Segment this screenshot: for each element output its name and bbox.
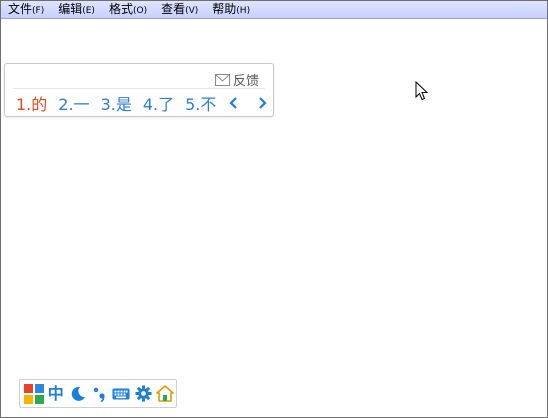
menu-format-label: 格式: [108, 2, 133, 16]
home-icon: [156, 385, 174, 402]
popup-divider: [13, 88, 265, 89]
menu-edit-key: (E): [82, 6, 95, 16]
candidate-4[interactable]: 4.了: [143, 91, 174, 115]
candidate-1[interactable]: 1.的: [16, 91, 47, 115]
ime-mode-button[interactable]: 中: [45, 383, 67, 405]
keyboard-icon: [112, 388, 130, 399]
punctuation-toggle[interactable]: [89, 383, 111, 405]
gear-icon: [135, 385, 152, 402]
menu-help-label: 帮助: [212, 2, 237, 16]
menu-edit[interactable]: 编辑(E): [51, 1, 102, 18]
menu-edit-label: 编辑: [58, 2, 83, 16]
menu-format-key: (O): [132, 6, 148, 16]
ime-status-toolbar: 中: [19, 379, 177, 408]
menu-view-label: 查看: [161, 2, 186, 16]
notepad-window: 文件(F) 编辑(E) 格式(O) 查看(V) 帮助(H) 反馈 1.的 2.一…: [0, 0, 548, 418]
candidate-list: 1.的 2.一 3.是 4.了 5.不: [16, 92, 270, 114]
menu-help[interactable]: 帮助(H): [205, 1, 257, 18]
menu-help-key: (H): [236, 6, 251, 16]
menu-file-label: 文件: [8, 2, 33, 16]
punctuation-icon: [93, 387, 105, 402]
feedback-button[interactable]: 反馈: [214, 70, 259, 89]
chevron-right-icon: [259, 97, 267, 109]
candidate-2[interactable]: 2.一: [58, 91, 89, 115]
menu-view-key: (V): [185, 6, 199, 16]
menu-file-key: (F): [32, 6, 45, 16]
chevron-left-icon: [229, 97, 238, 109]
prev-page-button[interactable]: [226, 95, 242, 111]
mail-icon: [214, 73, 230, 86]
candidate-5[interactable]: 5.不: [185, 91, 216, 115]
menu-bar: 文件(F) 编辑(E) 格式(O) 查看(V) 帮助(H): [1, 1, 547, 19]
mode-label: 中: [47, 383, 64, 403]
logo-icon: [23, 383, 44, 404]
ime-candidate-popup: 反馈 1.的 2.一 3.是 4.了 5.不: [4, 63, 274, 117]
moon-icon: [71, 386, 85, 401]
mouse-pointer-icon: [415, 81, 429, 101]
menu-format[interactable]: 格式(O): [102, 1, 154, 18]
fullwidth-toggle[interactable]: [67, 383, 89, 405]
menu-file[interactable]: 文件(F): [1, 1, 51, 18]
soft-keyboard-button[interactable]: [110, 383, 132, 405]
ime-logo-button[interactable]: [23, 383, 45, 405]
home-button[interactable]: [154, 383, 176, 405]
feedback-label: 反馈: [232, 74, 259, 89]
candidate-3[interactable]: 3.是: [101, 91, 132, 115]
next-page-button[interactable]: [254, 95, 270, 111]
settings-button[interactable]: [132, 383, 154, 405]
menu-view[interactable]: 查看(V): [154, 1, 205, 18]
